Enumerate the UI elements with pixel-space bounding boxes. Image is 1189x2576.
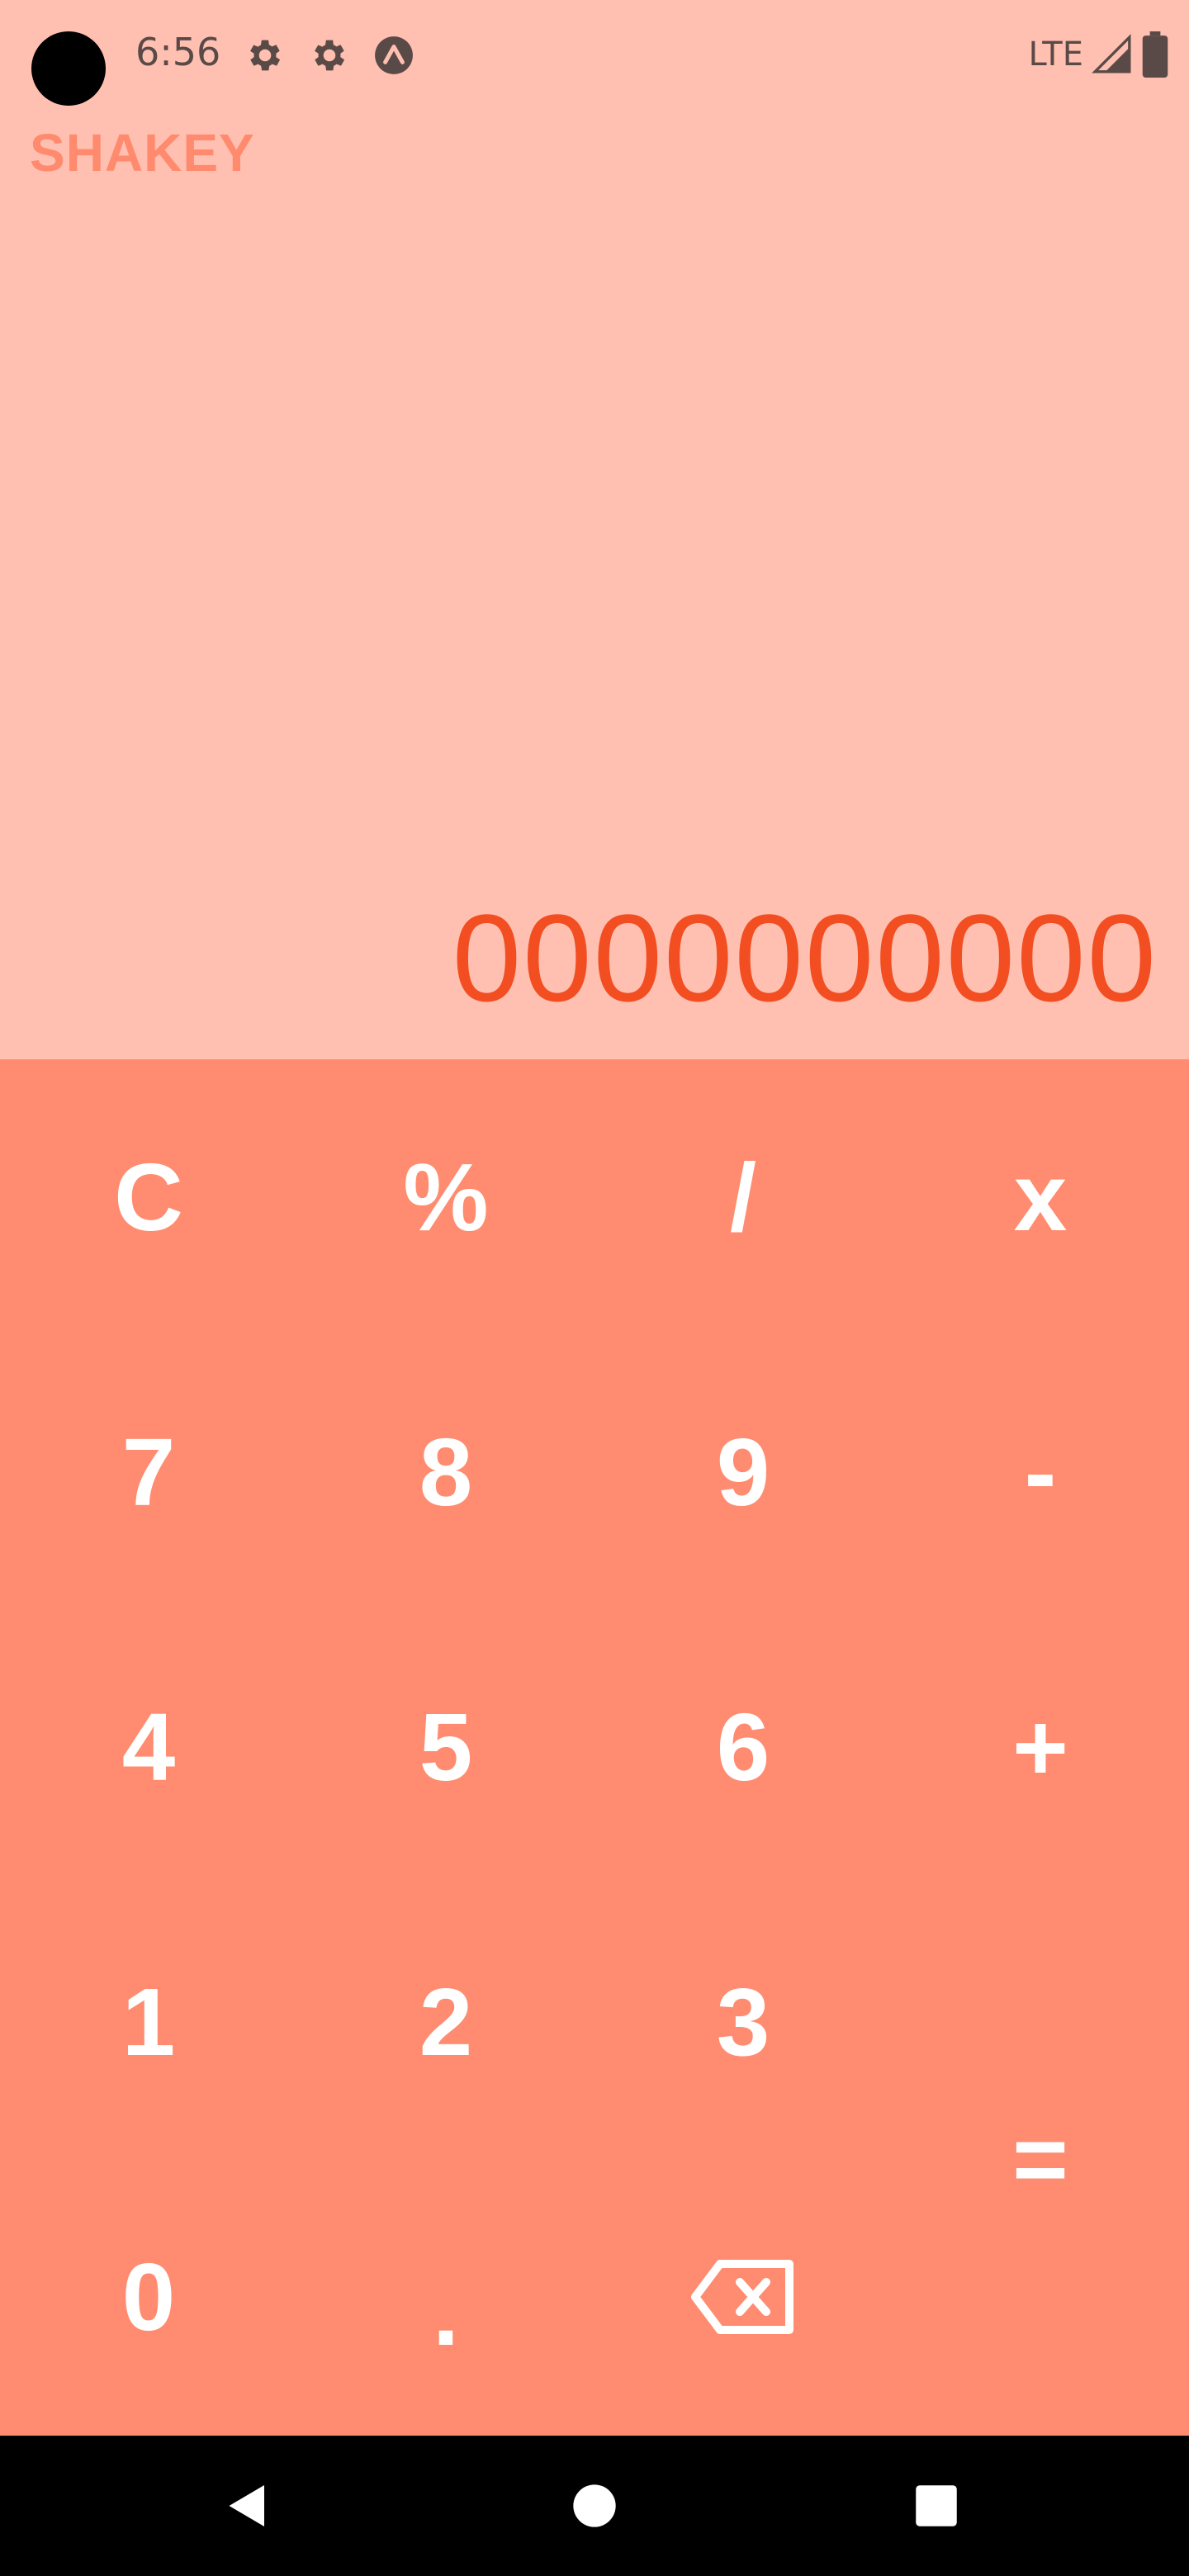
network-type: LTE (1028, 36, 1083, 73)
key-label: % (403, 1143, 489, 1251)
key-label: . (432, 2257, 460, 2365)
navigation-bar (0, 2436, 1189, 2576)
key-label: 1 (121, 1968, 176, 2076)
battery-icon (1142, 31, 1168, 78)
status-right-group: LTE (1029, 30, 1169, 79)
calculator-screen: 6:56 LTE SHAKEY 0000000000 C % / x 7 8 9… (0, 0, 1189, 2576)
key-label: + (1012, 1693, 1068, 1801)
percent-button[interactable]: % (297, 1059, 594, 1334)
key-label: 2 (419, 1968, 473, 2076)
key-label: 7 (121, 1418, 176, 1526)
settings-icon (250, 40, 281, 71)
recents-button[interactable] (887, 2436, 986, 2576)
camera-cutout (31, 31, 106, 106)
key-label: C (114, 1143, 183, 1251)
keypad: C % / x 7 8 9 - 4 5 6 + 1 2 3 = 0 . (0, 1059, 1189, 2436)
digit-8-button[interactable]: 8 (297, 1334, 594, 1609)
multiply-button[interactable]: x (892, 1059, 1189, 1334)
status-bar: 6:56 LTE (0, 0, 1189, 116)
key-label: 0 (121, 2242, 176, 2351)
key-label: 6 (716, 1693, 770, 1801)
home-button[interactable] (545, 2436, 644, 2576)
key-label: 4 (121, 1693, 176, 1801)
back-icon (229, 2485, 264, 2526)
key-label: = (1012, 2105, 1068, 2213)
equals-button[interactable]: = (892, 1884, 1189, 2434)
app-title: SHAKEY (30, 123, 255, 182)
divide-button[interactable]: / (594, 1059, 892, 1334)
backspace-icon (691, 2259, 793, 2334)
key-label: 8 (419, 1418, 473, 1526)
key-label: 9 (716, 1418, 770, 1526)
expo-icon (375, 36, 413, 74)
digit-3-button[interactable]: 3 (594, 1884, 892, 2159)
decimal-button[interactable]: . (297, 2159, 594, 2434)
signal-icon (1092, 34, 1131, 73)
digit-1-button[interactable]: 1 (0, 1884, 297, 2159)
digit-7-button[interactable]: 7 (0, 1334, 297, 1609)
settings-icon (315, 40, 345, 71)
digit-4-button[interactable]: 4 (0, 1609, 297, 1884)
key-label: 5 (419, 1693, 473, 1801)
digit-0-button[interactable]: 0 (0, 2159, 297, 2434)
digit-9-button[interactable]: 9 (594, 1334, 892, 1609)
status-time: 6:56 (135, 30, 221, 74)
add-button[interactable]: + (892, 1609, 1189, 1884)
key-label: / (729, 1143, 757, 1251)
calculator-display: 0000000000 (452, 888, 1158, 1027)
key-label: x (1013, 1143, 1068, 1251)
back-button[interactable] (198, 2436, 297, 2576)
digit-6-button[interactable]: 6 (594, 1609, 892, 1884)
key-label: - (1024, 1418, 1057, 1526)
digit-5-button[interactable]: 5 (297, 1609, 594, 1884)
key-label: 3 (716, 1968, 770, 2076)
clear-button[interactable]: C (0, 1059, 297, 1334)
recents-icon (916, 2485, 957, 2526)
subtract-button[interactable]: - (892, 1334, 1189, 1609)
digit-2-button[interactable]: 2 (297, 1884, 594, 2159)
backspace-button[interactable] (594, 2159, 892, 2434)
home-icon (573, 2484, 616, 2527)
